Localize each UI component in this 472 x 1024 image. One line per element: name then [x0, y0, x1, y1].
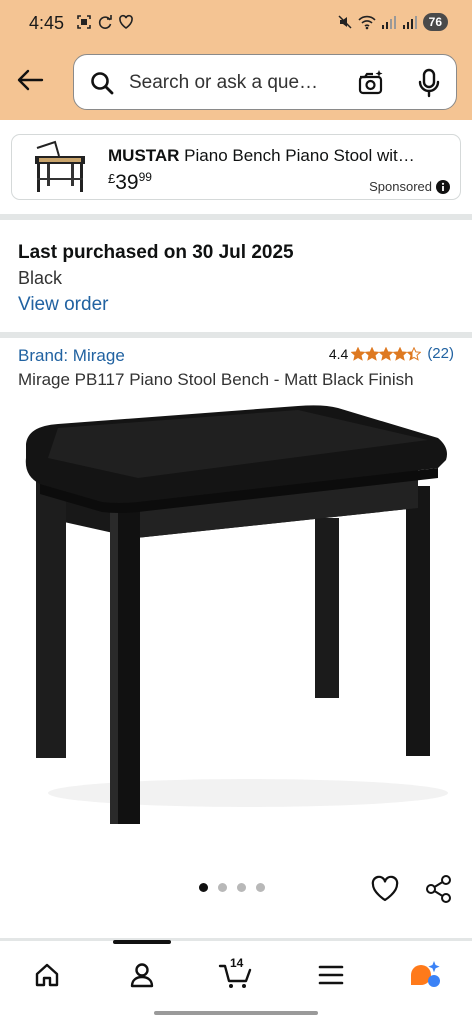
signal-icon — [381, 16, 396, 29]
sponsored-brand: MUSTAR — [108, 146, 180, 165]
purchased-variant: Black — [18, 268, 63, 288]
status-bar: 4:45 76 — [0, 0, 472, 46]
carousel-dot[interactable] — [218, 883, 227, 892]
gesture-bar — [154, 1011, 318, 1015]
heart-icon[interactable] — [370, 874, 400, 904]
star-icon — [407, 346, 422, 361]
search-input[interactable]: Search or ask a que… — [129, 72, 318, 94]
sponsored-title-text: Piano Bench Piano Stool wit… — [179, 146, 415, 165]
rating-count[interactable]: (22) — [427, 345, 454, 362]
back-button[interactable] — [14, 64, 46, 96]
signal-icon-2 — [402, 16, 417, 29]
wifi-icon — [358, 15, 376, 30]
carousel-dot[interactable] — [199, 883, 208, 892]
brand-link[interactable]: Brand: Mirage — [18, 346, 125, 366]
nav-cart[interactable]: 14 — [216, 956, 256, 992]
star-icon — [365, 346, 380, 361]
nav-divider — [0, 938, 472, 941]
carousel-dot[interactable] — [237, 883, 246, 892]
sponsored-product-card[interactable]: MUSTAR Piano Bench Piano Stool wit… £399… — [11, 134, 461, 200]
heart-status-icon — [119, 14, 133, 29]
notification-icons — [76, 14, 134, 30]
rating-summary[interactable]: 4.4 (22) — [329, 345, 454, 362]
assistant-icon — [411, 961, 440, 987]
screenshot-icon — [77, 15, 91, 29]
nav-menu[interactable] — [311, 958, 351, 992]
info-icon — [436, 179, 450, 194]
search-bar[interactable]: Search or ask a que… — [73, 54, 457, 110]
home-icon — [35, 963, 59, 987]
nav-home[interactable] — [27, 958, 67, 992]
mute-icon — [338, 15, 352, 29]
section-divider — [0, 332, 472, 338]
price-fraction: 99 — [138, 170, 152, 184]
sponsored-price: £3999 — [108, 170, 152, 195]
account-icon — [130, 963, 154, 988]
last-purchased-heading: Last purchased on 30 Jul 2025 — [18, 242, 294, 263]
view-order-link[interactable]: View order — [18, 294, 108, 316]
sponsored-label-text: Sponsored — [369, 179, 432, 194]
sync-icon — [98, 15, 112, 29]
star-icon — [393, 346, 408, 361]
carousel-dot[interactable] — [256, 883, 265, 892]
star-rating — [351, 346, 422, 361]
image-carousel-dots[interactable] — [199, 883, 265, 892]
battery-level: 76 — [422, 13, 448, 31]
share-icon[interactable] — [424, 874, 454, 904]
search-icon — [91, 72, 114, 95]
star-icon — [351, 346, 366, 361]
nav-account[interactable] — [122, 958, 162, 992]
app-header: 4:45 76 Search or ask a que… — [0, 0, 472, 120]
back-arrow-icon — [17, 69, 44, 91]
product-title: Mirage PB117 Piano Stool Bench - Matt Bl… — [18, 370, 414, 389]
sponsored-product-title[interactable]: MUSTAR Piano Bench Piano Stool wit… — [108, 146, 448, 166]
sponsored-product-image — [35, 140, 85, 192]
camera-lens-icon[interactable] — [356, 68, 386, 98]
menu-icon — [318, 965, 344, 985]
status-time: 4:45 — [29, 13, 65, 33]
cart-count: 14 — [230, 956, 244, 970]
product-image[interactable] — [18, 398, 458, 838]
bottom-navigation: 14 — [0, 944, 472, 1006]
price-whole: 39 — [115, 171, 139, 194]
nav-rufus-assistant[interactable] — [405, 958, 445, 992]
rating-value: 4.4 — [328, 345, 349, 362]
star-icon — [379, 346, 394, 361]
system-icons: 76 — [337, 13, 448, 31]
section-divider — [0, 214, 472, 220]
microphone-icon[interactable] — [416, 68, 442, 98]
sponsored-label[interactable]: Sponsored — [369, 179, 450, 194]
